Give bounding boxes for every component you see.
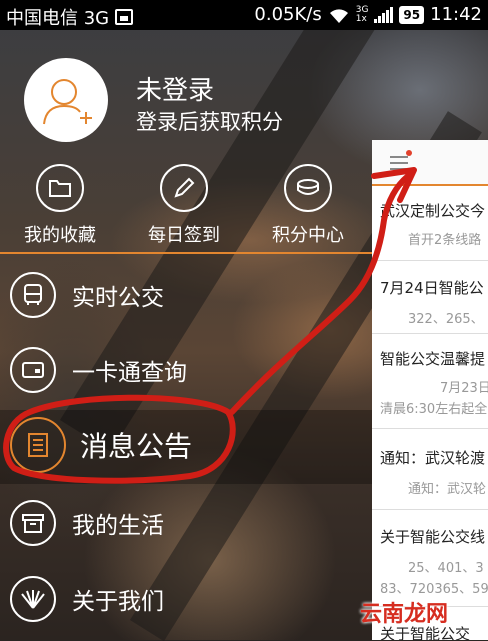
- menu-item-card-query[interactable]: 一卡通查询: [10, 343, 187, 397]
- battery-level: 95: [399, 5, 425, 24]
- wifi-icon: [329, 8, 348, 23]
- news-item[interactable]: 通知：武汉轮渡 通知：武汉轮: [372, 429, 488, 510]
- news-title: 武汉定制公交今: [380, 202, 486, 220]
- news-summary: 25、401、3: [408, 561, 484, 576]
- coins-icon: [284, 164, 332, 212]
- box-icon: [10, 500, 56, 546]
- news-title: 通知：武汉轮渡: [380, 449, 486, 467]
- card-icon: [10, 347, 56, 393]
- folder-icon: [36, 164, 84, 212]
- announcement-panel: 武汉定制公交今 首开2条线路 7月24日智能公 322、265、 智能公交温馨提…: [372, 140, 488, 640]
- clock: 11:42: [430, 4, 482, 25]
- network-speed: 0.05K/s: [254, 4, 322, 25]
- divider: [0, 252, 380, 254]
- menu-label: 关于我们: [72, 589, 164, 615]
- news-item[interactable]: 武汉定制公交今 首开2条线路: [372, 186, 488, 261]
- menu-label: 消息公告: [80, 430, 193, 463]
- login-hint: 登录后获取积分: [136, 110, 283, 134]
- daily-checkin-label: 每日签到: [148, 225, 220, 246]
- menu-item-announcements[interactable]: 消息公告: [10, 417, 193, 473]
- menu-label: 一卡通查询: [72, 360, 187, 386]
- news-summary: 首开2条线路: [408, 233, 482, 248]
- menu-icon[interactable]: [390, 156, 408, 174]
- points-center-button[interactable]: 积分中心: [248, 164, 368, 247]
- notification-dot: [406, 150, 412, 156]
- pen-icon: [160, 164, 208, 212]
- daily-checkin-button[interactable]: 每日签到: [124, 164, 244, 247]
- menu-item-about-us[interactable]: 关于我们: [10, 572, 164, 626]
- login-status[interactable]: 未登录: [136, 70, 214, 107]
- news-summary: 7月23日，武: [440, 381, 488, 396]
- menu-item-realtime-bus[interactable]: 实时公交: [10, 268, 164, 322]
- notice-icon: [10, 417, 66, 473]
- avatar[interactable]: [24, 58, 108, 142]
- panel-header: [372, 140, 488, 186]
- news-item[interactable]: 7月24日智能公 322、265、: [372, 261, 488, 334]
- news-item[interactable]: 智能公交温馨提 7月23日，武 清晨6:30左右起全: [372, 334, 488, 429]
- news-summary: 83、720365、59: [380, 582, 488, 597]
- network-type-indicator: 3G 1x: [355, 4, 369, 24]
- news-title: 智能公交温馨提: [380, 350, 486, 368]
- menu-label: 实时公交: [72, 285, 164, 311]
- news-item[interactable]: 关于智能公交线 25、401、3 83、720365、59: [372, 510, 488, 607]
- carrier-label: 中国电信 3G: [6, 8, 110, 29]
- news-title: 7月24日智能公: [380, 279, 484, 297]
- points-center-label: 积分中心: [272, 225, 344, 246]
- news-summary: 通知：武汉轮: [408, 482, 487, 497]
- status-bar: 中国电信 3G 0.05K/s 3G 1x 95 11:42: [0, 0, 488, 30]
- favorites-button[interactable]: 我的收藏: [0, 164, 120, 247]
- add-user-icon: [43, 79, 92, 125]
- news-summary: 322、265、: [408, 312, 484, 327]
- news-summary: 清晨6:30左右起全: [380, 402, 488, 417]
- menu-item-my-life[interactable]: 我的生活: [10, 496, 164, 550]
- watermark: 云南龙网: [360, 602, 449, 627]
- menu-label: 我的生活: [72, 513, 164, 539]
- logo-icon: [10, 576, 56, 622]
- image-notification-icon: [115, 9, 134, 25]
- signal-strength-icon: [374, 6, 394, 23]
- favorites-label: 我的收藏: [24, 225, 96, 246]
- bus-icon: [10, 272, 56, 318]
- news-title: 关于智能公交线: [380, 528, 486, 546]
